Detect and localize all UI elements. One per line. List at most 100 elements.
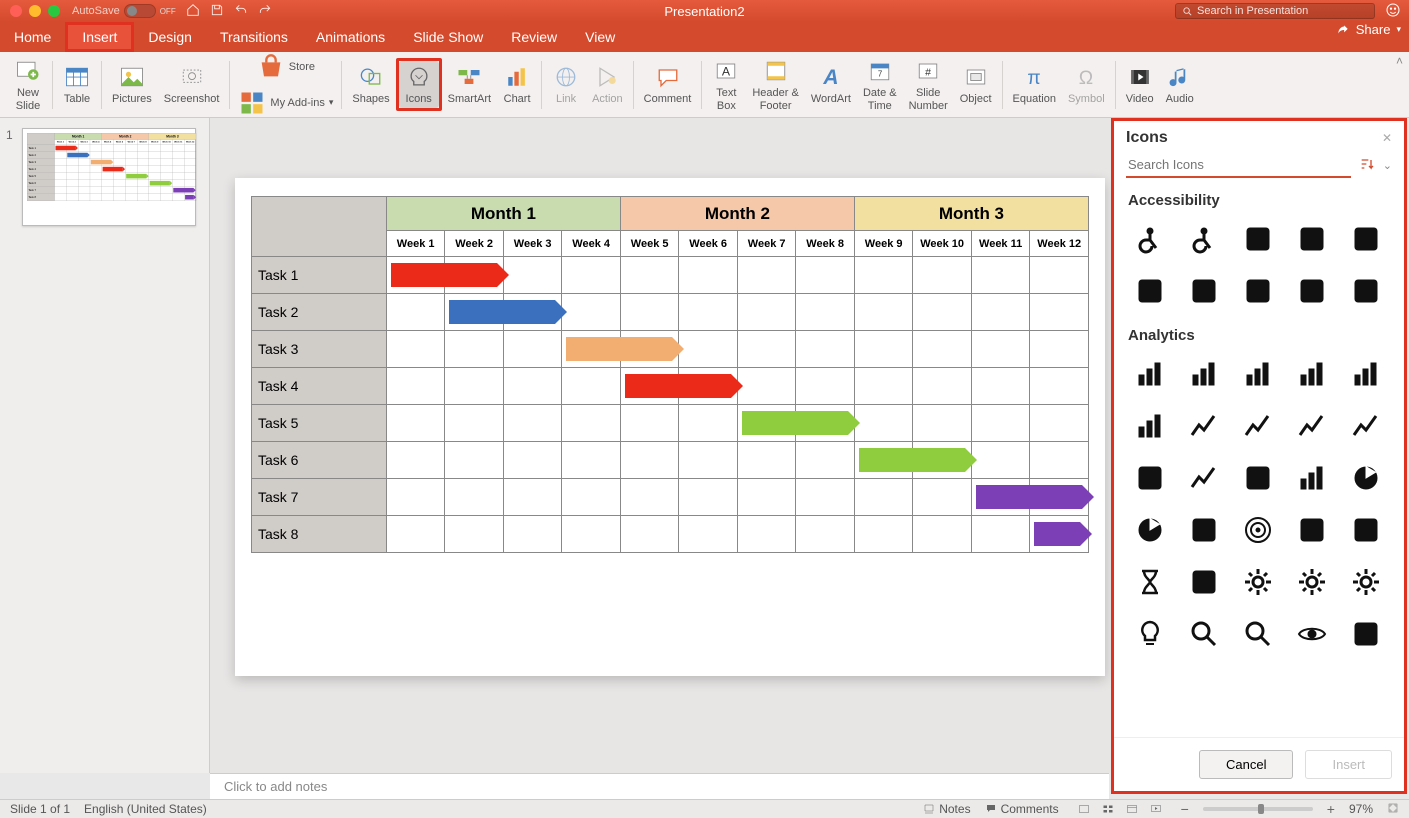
feedback-icon[interactable] [1385,2,1401,21]
tab-home[interactable]: Home [0,22,65,52]
save-icon[interactable] [210,3,224,20]
magnifier-chart-icon[interactable] [1236,612,1280,656]
presentation-bars-icon[interactable] [1290,456,1334,500]
search-presentation-input[interactable]: Search in Presentation [1175,3,1375,19]
pictures-button[interactable]: Pictures [106,61,158,107]
close-window-icon[interactable] [10,5,22,17]
chart-button[interactable]: Chart [497,61,537,107]
braille-icon[interactable] [1290,269,1334,313]
presentation-chart-icon[interactable] [1236,456,1280,500]
autosave-toggle[interactable]: AutoSave OFF [72,4,176,18]
tty-icon[interactable] [1344,269,1388,313]
pie-chart-icon[interactable] [1128,508,1172,552]
line-chart-volatile-icon[interactable] [1182,456,1226,500]
bar-chart-rising-icon[interactable] [1290,352,1334,396]
tab-design[interactable]: Design [134,22,206,52]
table-button[interactable]: Table [57,61,97,107]
new-slide-button[interactable]: New Slide [8,55,48,113]
eye-icon[interactable] [1290,612,1334,656]
undo-icon[interactable] [234,3,248,20]
gears-icon[interactable] [1290,560,1334,604]
line-chart-down-icon[interactable] [1182,404,1226,448]
slide-number-button[interactable]: # Slide Number [903,55,954,113]
line-chart-decline-icon[interactable] [1344,404,1388,448]
header-footer-button[interactable]: Header & Footer [746,55,804,113]
audio-button[interactable]: Audio [1160,61,1200,107]
sign-language-icon[interactable] [1182,269,1226,313]
zoom-in-icon[interactable]: + [1327,801,1335,817]
tab-review[interactable]: Review [497,22,571,52]
redo-icon[interactable] [258,3,272,20]
cancel-button[interactable]: Cancel [1199,750,1293,779]
notes-pane[interactable]: Click to add notes [210,773,1109,799]
link-button[interactable]: Link [546,61,586,107]
brain-gear-icon[interactable] [1344,560,1388,604]
slideshow-view-icon[interactable] [1145,801,1167,817]
minimize-window-icon[interactable] [29,5,41,17]
maximize-window-icon[interactable] [48,5,60,17]
screenshot-button[interactable]: Screenshot [158,61,226,107]
radar-icon[interactable] [1290,508,1334,552]
captions-filled-icon[interactable] [1128,269,1172,313]
zoom-slider[interactable] [1203,807,1313,811]
store-button[interactable]: Store [234,52,337,82]
qr-code-icon[interactable] [1344,612,1388,656]
zoom-out-icon[interactable]: − [1181,801,1189,817]
smartart-button[interactable]: SmartArt [442,61,497,107]
scatter-chart-icon[interactable] [1128,456,1172,500]
slide-indicator[interactable]: Slide 1 of 1 [10,802,70,816]
datetime-button[interactable]: 7 Date & Time [857,55,903,113]
sort-icon[interactable] [1359,156,1375,175]
closed-caption-icon[interactable] [1344,217,1388,261]
stopwatch-icon[interactable] [1182,560,1226,604]
bar-chart-declining-icon[interactable] [1236,352,1280,396]
language-indicator[interactable]: English (United States) [84,802,207,816]
tab-transitions[interactable]: Transitions [206,22,302,52]
object-button[interactable]: Object [954,61,998,107]
close-panel-icon[interactable]: ✕ [1382,131,1392,145]
zoom-percent[interactable]: 97% [1349,802,1373,816]
chevron-down-icon[interactable]: ⌄ [1383,159,1392,172]
gear-icon[interactable] [1236,560,1280,604]
wheelchair-icon[interactable] [1128,217,1172,261]
search-icons-input[interactable] [1126,153,1351,178]
wheelchair-active-icon[interactable] [1182,217,1226,261]
family-accessible-icon[interactable] [1236,217,1280,261]
textbox-button[interactable]: A Text Box [706,55,746,113]
tab-animations[interactable]: Animations [302,22,399,52]
tab-insert[interactable]: Insert [65,22,134,52]
action-button[interactable]: Action [586,61,629,107]
tab-view[interactable]: View [571,22,629,52]
symbol-button[interactable]: Ω Symbol [1062,61,1111,107]
comments-toggle[interactable]: Comments [985,802,1059,816]
presentation-pie-icon[interactable] [1344,456,1388,500]
share-button[interactable]: Share ▾ [1336,22,1401,37]
my-addins-button[interactable]: My Add-ins▾ [234,88,337,118]
slide-thumbnail-1[interactable]: Month 1Month 2Month 3Week 1Week 2Week 3W… [22,128,196,226]
line-chart-icon[interactable] [1236,404,1280,448]
gauge-icon[interactable] [1344,508,1388,552]
slide[interactable]: Month 1Month 2Month 3Week 1Week 2Week 3W… [235,178,1105,676]
reading-view-icon[interactable] [1121,801,1143,817]
notes-toggle[interactable]: Notes [923,802,970,816]
video-button[interactable]: Video [1120,61,1160,107]
line-chart-axes-icon[interactable] [1290,404,1334,448]
deaf-icon[interactable] [1290,217,1334,261]
equation-button[interactable]: π Equation [1007,61,1062,107]
wordart-button[interactable]: A WordArt [805,61,857,107]
lightbulb-icon[interactable] [1128,612,1172,656]
icons-button[interactable]: Icons [399,61,439,107]
bar-chart-icon[interactable] [1128,352,1172,396]
bar-chart-growth-icon[interactable] [1344,352,1388,396]
low-vision-icon[interactable] [1236,269,1280,313]
magnifier-icon[interactable] [1182,612,1226,656]
hourglass-icon[interactable] [1128,560,1172,604]
normal-view-icon[interactable] [1073,801,1095,817]
collapse-ribbon-icon[interactable]: ˄ [1396,54,1403,68]
fit-to-window-icon[interactable] [1387,802,1399,817]
bar-chart-2-icon[interactable] [1182,352,1226,396]
shapes-button[interactable]: Shapes [346,61,395,107]
home-icon[interactable] [186,3,200,20]
sorter-view-icon[interactable] [1097,801,1119,817]
venn-diagram-icon[interactable] [1182,508,1226,552]
